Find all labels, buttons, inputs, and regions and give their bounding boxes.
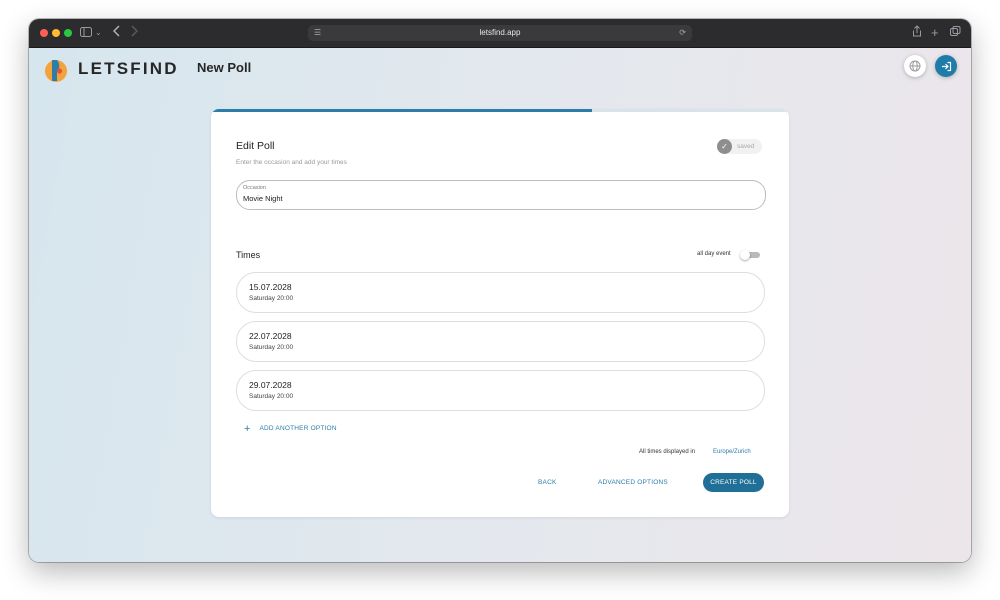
edit-poll-card: Edit Poll Enter the occasion and add you… [211,109,789,517]
tab-overview-icon[interactable] [950,25,961,41]
brand-name: LETSFIND [78,59,179,78]
progress-bar [211,109,789,112]
back-button[interactable]: BACK [538,478,557,488]
reload-icon[interactable]: ⟳ [679,25,686,41]
url-text: letsfind.app [479,28,521,37]
card-title: Edit Poll [236,140,275,152]
timezone-link[interactable]: Europe/Zurich [713,448,751,457]
browser-toolbar: ⌄ ☰ letsfind.app ⟳ + [29,19,971,48]
time-option-detail: Saturday 20:00 [249,393,294,400]
back-arrow-icon[interactable] [112,25,121,41]
forward-arrow-icon[interactable] [130,25,139,41]
time-option-date: 22.07.2028 [249,331,292,341]
check-icon: ✓ [717,139,732,154]
time-option-detail: Saturday 20:00 [249,344,294,351]
globe-icon [909,60,921,72]
saved-status-badge: ✓ saved [717,139,762,154]
share-icon[interactable] [912,25,922,41]
occasion-field[interactable]: Occasion Movie Night [236,180,766,210]
occasion-field-label: Occasion [243,185,266,191]
saved-status-label: saved [737,143,755,150]
login-button[interactable] [935,55,957,77]
times-heading: Times [236,250,261,260]
address-bar[interactable]: ☰ letsfind.app ⟳ [308,25,692,41]
minimize-window-button[interactable] [52,29,60,37]
add-another-option-button[interactable]: + ADD ANOTHER OPTION [244,422,337,436]
progress-bar-fill [211,109,593,112]
chevron-down-icon[interactable]: ⌄ [95,25,102,41]
timezone-note: All times displayed in [639,449,696,455]
time-option-item[interactable]: 22.07.2028 Saturday 20:00 [236,321,765,362]
time-option-item[interactable]: 29.07.2028 Saturday 20:00 [236,370,765,411]
new-tab-icon[interactable]: + [931,25,939,41]
close-window-button[interactable] [40,29,48,37]
occasion-field-value[interactable]: Movie Night [243,194,283,204]
create-poll-button[interactable]: CREATE POLL [703,473,764,492]
all-day-event-toggle[interactable] [740,250,760,260]
toggle-knob [740,250,750,260]
time-option-date: 15.07.2028 [249,282,292,292]
plus-icon: + [244,423,251,435]
card-subtitle: Enter the occasion and add your times [236,159,347,166]
letsfind-logo-icon[interactable] [43,57,69,83]
add-another-option-label: ADD ANOTHER OPTION [259,425,337,432]
browser-window: ⌄ ☰ letsfind.app ⟳ + LETSFIND New Poll E… [29,19,971,562]
time-option-item[interactable]: 15.07.2028 Saturday 20:00 [236,272,765,313]
sign-in-icon [941,61,951,71]
all-day-event-label: all day event [697,251,731,257]
language-button[interactable] [904,55,926,77]
maximize-window-button[interactable] [64,29,72,37]
time-option-date: 29.07.2028 [249,380,292,390]
page-title: New Poll [197,60,252,75]
sidebar-toggle-icon[interactable] [80,25,92,41]
advanced-options-button[interactable]: ADVANCED OPTIONS [598,478,668,488]
app-header: LETSFIND New Poll [29,47,971,95]
time-option-detail: Saturday 20:00 [249,295,294,302]
